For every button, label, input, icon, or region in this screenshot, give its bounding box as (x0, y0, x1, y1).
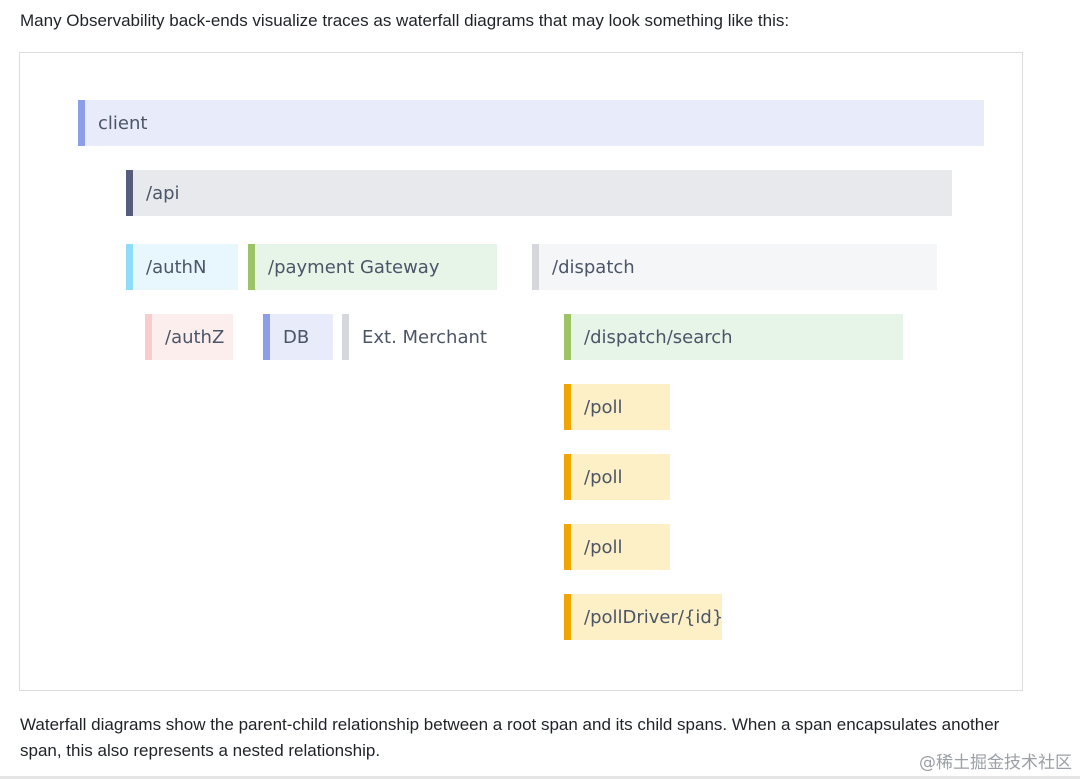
span-payment-gateway: /payment Gateway (248, 244, 497, 290)
span-api: /api (126, 170, 952, 216)
span-dispatch: /dispatch (532, 244, 937, 290)
intro-paragraph: Many Observability back-ends visualize t… (20, 11, 790, 30)
span-ext-merchant: Ext. Merchant (342, 314, 498, 360)
span-poll-3: /poll (564, 524, 670, 570)
span-authz: /authZ (145, 314, 233, 360)
span-dispatch-search: /dispatch/search (564, 314, 903, 360)
span-authn: /authN (126, 244, 238, 290)
span-client: client (78, 100, 984, 146)
span-polldriver: /pollDriver/{id} (564, 594, 722, 640)
span-poll-2: /poll (564, 454, 670, 500)
watermark: @稀土掘金技术社区 (919, 753, 1072, 773)
outro-paragraph: Waterfall diagrams show the parent-child… (20, 715, 1000, 760)
span-poll-1: /poll (564, 384, 670, 430)
waterfall-diagram: client/api/authN/payment Gateway/dispatc… (19, 52, 1023, 691)
span-db: DB (263, 314, 333, 360)
